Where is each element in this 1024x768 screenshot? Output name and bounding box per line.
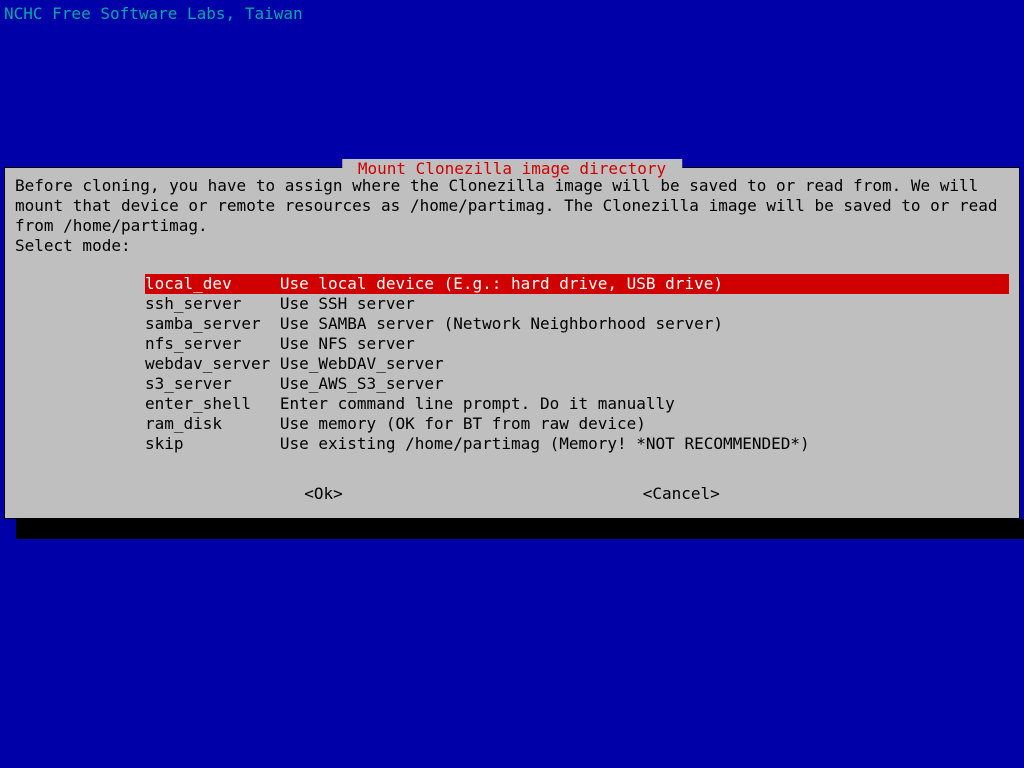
ok-button[interactable]: <Ok> [304,484,343,504]
dialog-body: Before cloning, you have to assign where… [15,176,1009,256]
menu-item-s3_server[interactable]: s3_server Use_AWS_S3_server [145,374,1009,394]
cancel-button[interactable]: <Cancel> [643,484,720,504]
menu-item-ssh_server[interactable]: ssh_server Use SSH server [145,294,1009,314]
menu-item-nfs_server[interactable]: nfs_server Use NFS server [145,334,1009,354]
menu-item-samba_server[interactable]: samba_server Use SAMBA server (Network N… [145,314,1009,334]
menu-item-webdav_server[interactable]: webdav_server Use_WebDAV_server [145,354,1009,374]
dialog-shadow [16,519,1024,539]
mount-dialog: Mount Clonezilla image directory Before … [4,167,1020,519]
dialog-title: Mount Clonezilla image directory [342,159,682,179]
menu-item-ram_disk[interactable]: ram_disk Use memory (OK for BT from raw … [145,414,1009,434]
dialog-buttons: <Ok> <Cancel> [15,484,1009,504]
dialog-wrapper: Mount Clonezilla image directory Before … [4,167,1020,519]
menu-item-skip[interactable]: skip Use existing /home/partimag (Memory… [145,434,1009,454]
mode-menu[interactable]: local_dev Use local device (E.g.: hard d… [145,274,1009,454]
menu-item-enter_shell[interactable]: enter_shell Enter command line prompt. D… [145,394,1009,414]
menu-item-local_dev[interactable]: local_dev Use local device (E.g.: hard d… [145,274,1009,294]
screen: NCHC Free Software Labs, Taiwan Mount Cl… [0,0,1024,768]
header-text: NCHC Free Software Labs, Taiwan [4,4,303,24]
